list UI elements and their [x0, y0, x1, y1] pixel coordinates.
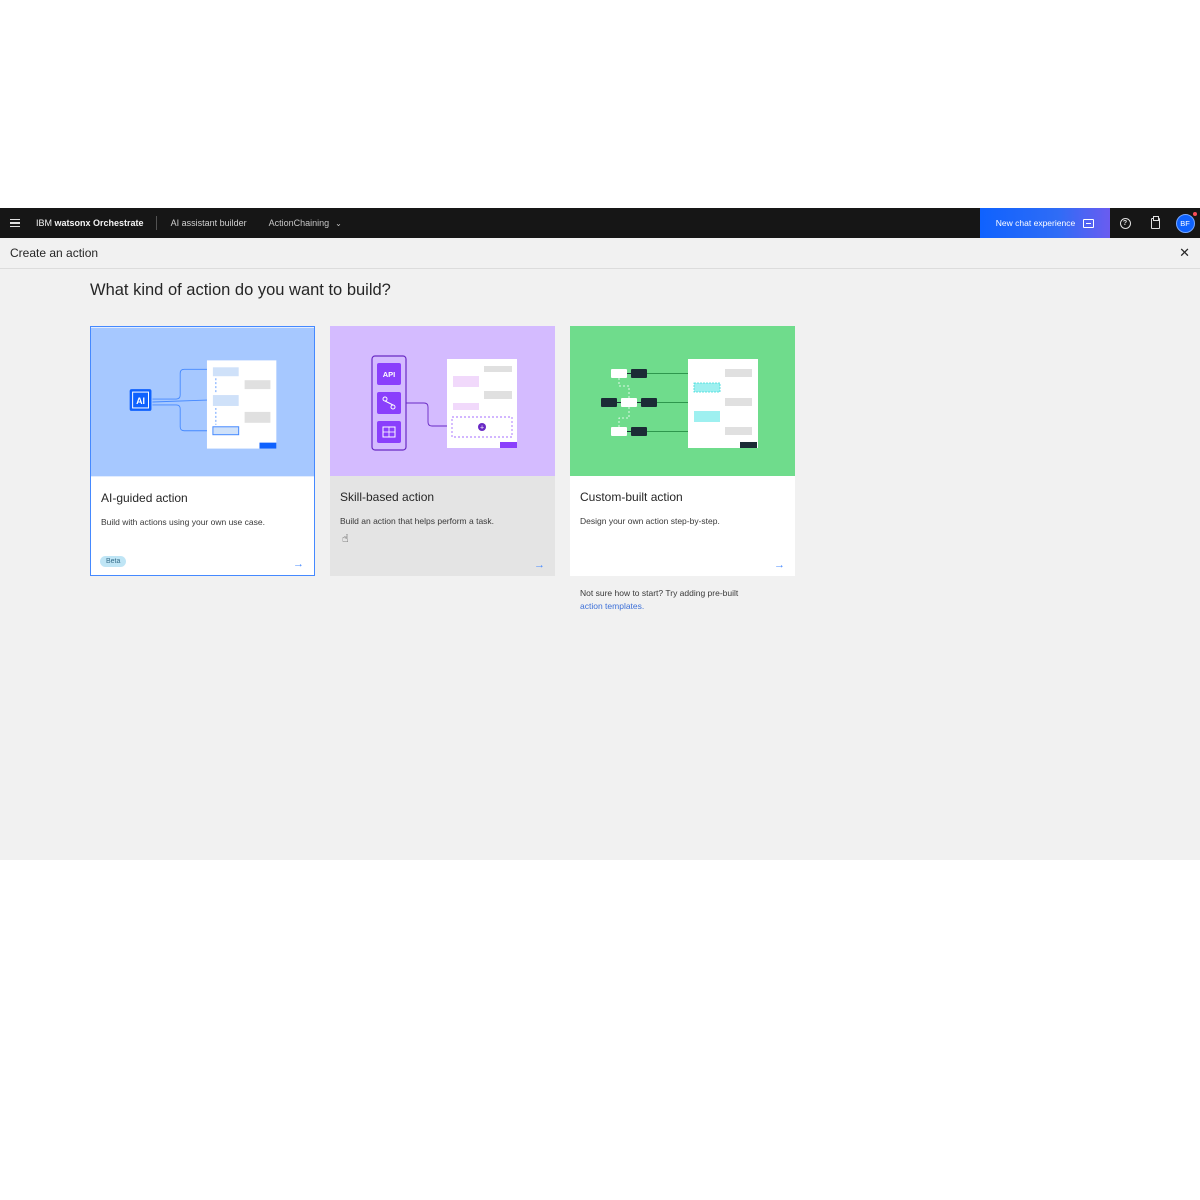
templates-hint: Not sure how to start? Try adding pre-bu… [580, 587, 780, 613]
clipboard-button[interactable] [1140, 208, 1170, 238]
new-chat-experience-button[interactable]: New chat experience [980, 208, 1110, 238]
card-ai-guided-action[interactable]: AI AI-guided action Build with actions u… [90, 326, 315, 576]
card-title: AI-guided action [101, 491, 188, 505]
notification-dot [1193, 212, 1197, 216]
ai-chip-label: AI [136, 396, 145, 406]
card-title: Custom-built action [580, 490, 683, 504]
pointer-cursor-icon: ☝ [342, 533, 349, 545]
nav-divider [155, 216, 157, 230]
avatar: BF [1175, 213, 1195, 233]
help-icon: ? [1119, 217, 1131, 229]
nav-link-ai-assistant-builder[interactable]: AI assistant builder [163, 218, 255, 228]
help-button[interactable]: ? [1110, 208, 1140, 238]
top-nav: IBM watsonx Orchestrate AI assistant bui… [0, 208, 1200, 238]
new-chat-label: New chat experience [995, 218, 1076, 228]
svg-text:+: + [480, 425, 484, 432]
brand-name[interactable]: IBM watsonx Orchestrate [30, 218, 150, 228]
app-window: IBM watsonx Orchestrate AI assistant bui… [0, 208, 1200, 860]
page-question: What kind of action do you want to build… [90, 281, 391, 299]
card-description: Build with actions using your own use ca… [101, 517, 265, 527]
api-chip-label: API [383, 370, 396, 379]
action-templates-link[interactable]: action templates. [580, 600, 780, 613]
beta-badge: Beta [100, 556, 127, 567]
workspace-name: ActionChaining [268, 218, 330, 228]
hint-text: Not sure how to start? Try adding pre-bu… [580, 588, 739, 598]
page-title: Create an action [10, 246, 99, 260]
arrow-right-icon: → [293, 558, 304, 570]
arrow-right-icon: → [774, 559, 785, 571]
hamburger-menu-icon[interactable] [0, 208, 30, 238]
clipboard-icon [1150, 215, 1160, 229]
workspace-switcher[interactable]: ActionChaining ⌄ [255, 218, 350, 228]
page-header: Create an action ✕ [0, 238, 1200, 269]
custom-built-illustration [570, 326, 795, 476]
chat-icon [1083, 218, 1095, 228]
card-description: Design your own action step-by-step. [580, 516, 720, 526]
arrow-right-icon: → [534, 559, 545, 571]
user-menu[interactable]: BF [1170, 208, 1200, 238]
chevron-down-icon: ⌄ [335, 218, 342, 228]
card-custom-built-action[interactable]: Custom-built action Design your own acti… [570, 326, 795, 576]
card-description: Build an action that helps perform a tas… [340, 516, 495, 526]
card-title: Skill-based action [340, 490, 435, 504]
card-skill-based-action[interactable]: API + Skill-based action Build an action… [330, 326, 555, 576]
close-icon[interactable]: ✕ [1179, 246, 1190, 260]
skill-based-illustration: API + [330, 326, 555, 476]
ai-guided-illustration: AI [91, 327, 314, 477]
